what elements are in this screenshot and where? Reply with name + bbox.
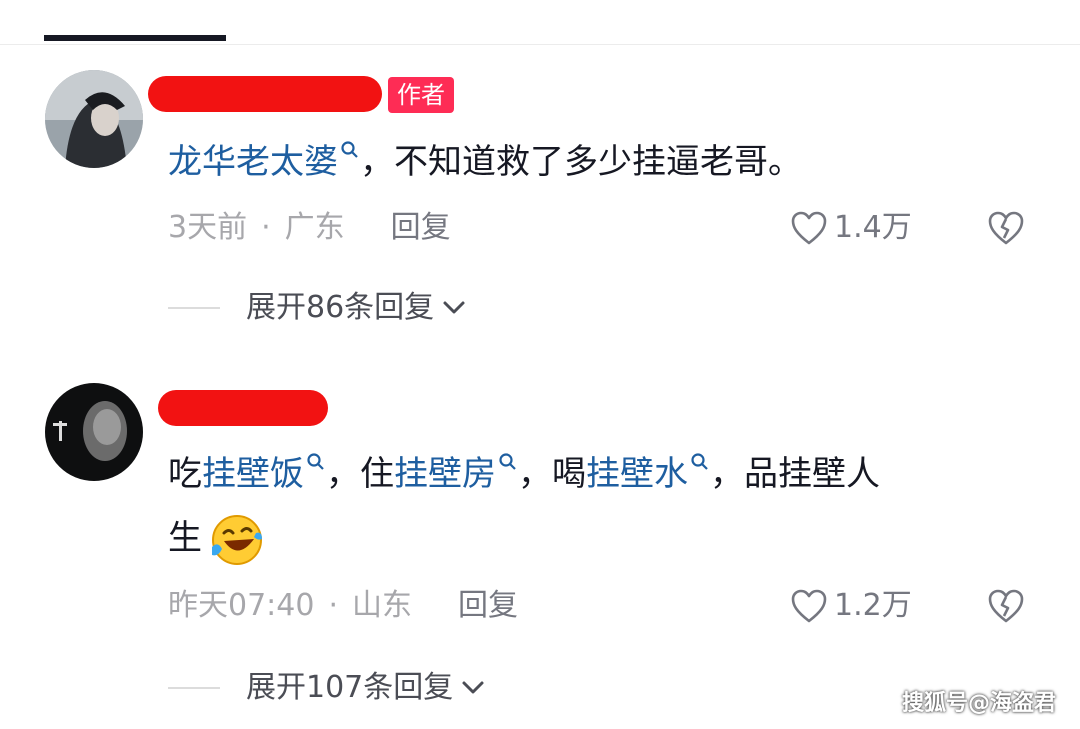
laugh-cry-emoji-icon xyxy=(212,514,262,565)
heart-outline-icon xyxy=(791,211,827,245)
comment-text: 吃挂壁饭 ，住挂壁房 ，喝挂壁水 ，品挂壁人 xyxy=(168,453,880,494)
broken-heart-icon[interactable] xyxy=(986,586,1026,626)
chevron-down-icon xyxy=(462,681,484,694)
comment-meta: 昨天07:40 · 山东 回复 xyxy=(168,588,519,623)
keyword-link[interactable]: 挂壁房 xyxy=(394,453,518,494)
expand-replies-label: 展开107条回复 xyxy=(246,670,454,705)
like-count: 1.4万 xyxy=(834,210,912,245)
chevron-down-icon xyxy=(443,301,465,314)
top-tab-bar xyxy=(0,0,1080,45)
like-count: 1.2万 xyxy=(834,588,912,623)
keyword-link[interactable]: 龙华老太婆 xyxy=(168,141,360,182)
expand-replies-button[interactable]: 展开86条回复 xyxy=(168,288,466,328)
comment-text-line2: 生 xyxy=(168,506,264,570)
search-icon xyxy=(341,141,358,158)
search-icon xyxy=(499,453,516,470)
comment-text: 龙华老太婆 ，不知道救了多少挂逼老哥。 xyxy=(168,141,802,182)
avatar[interactable] xyxy=(45,383,143,481)
username-redacted xyxy=(148,76,382,112)
search-icon xyxy=(691,453,708,470)
comment-location: 山东 xyxy=(352,588,413,623)
comment-meta: 3天前 · 广东 回复 xyxy=(168,210,451,245)
expand-replies-label: 展开86条回复 xyxy=(246,290,435,325)
comment-location: 广东 xyxy=(284,210,345,245)
comment-time: 3天前 xyxy=(168,210,248,245)
search-icon xyxy=(307,453,324,470)
heart-outline-icon xyxy=(791,589,827,623)
divider xyxy=(168,307,220,309)
username-redacted xyxy=(158,390,328,426)
like-button[interactable]: 1.4万 xyxy=(790,208,912,248)
reply-button[interactable]: 回复 xyxy=(458,588,518,623)
watermark: 搜狐号@海盗君 xyxy=(901,691,1056,716)
active-tab-indicator xyxy=(44,35,226,41)
keyword-link[interactable]: 挂壁水 xyxy=(586,453,710,494)
comment-time: 昨天07:40 xyxy=(168,588,315,623)
broken-heart-icon[interactable] xyxy=(986,208,1026,248)
avatar[interactable] xyxy=(45,70,143,168)
divider xyxy=(168,687,220,689)
like-button[interactable]: 1.2万 xyxy=(790,586,912,626)
expand-replies-button[interactable]: 展开107条回复 xyxy=(168,668,485,708)
keyword-link[interactable]: 挂壁饭 xyxy=(202,453,326,494)
author-badge: 作者 xyxy=(388,77,454,113)
reply-button[interactable]: 回复 xyxy=(391,210,451,245)
